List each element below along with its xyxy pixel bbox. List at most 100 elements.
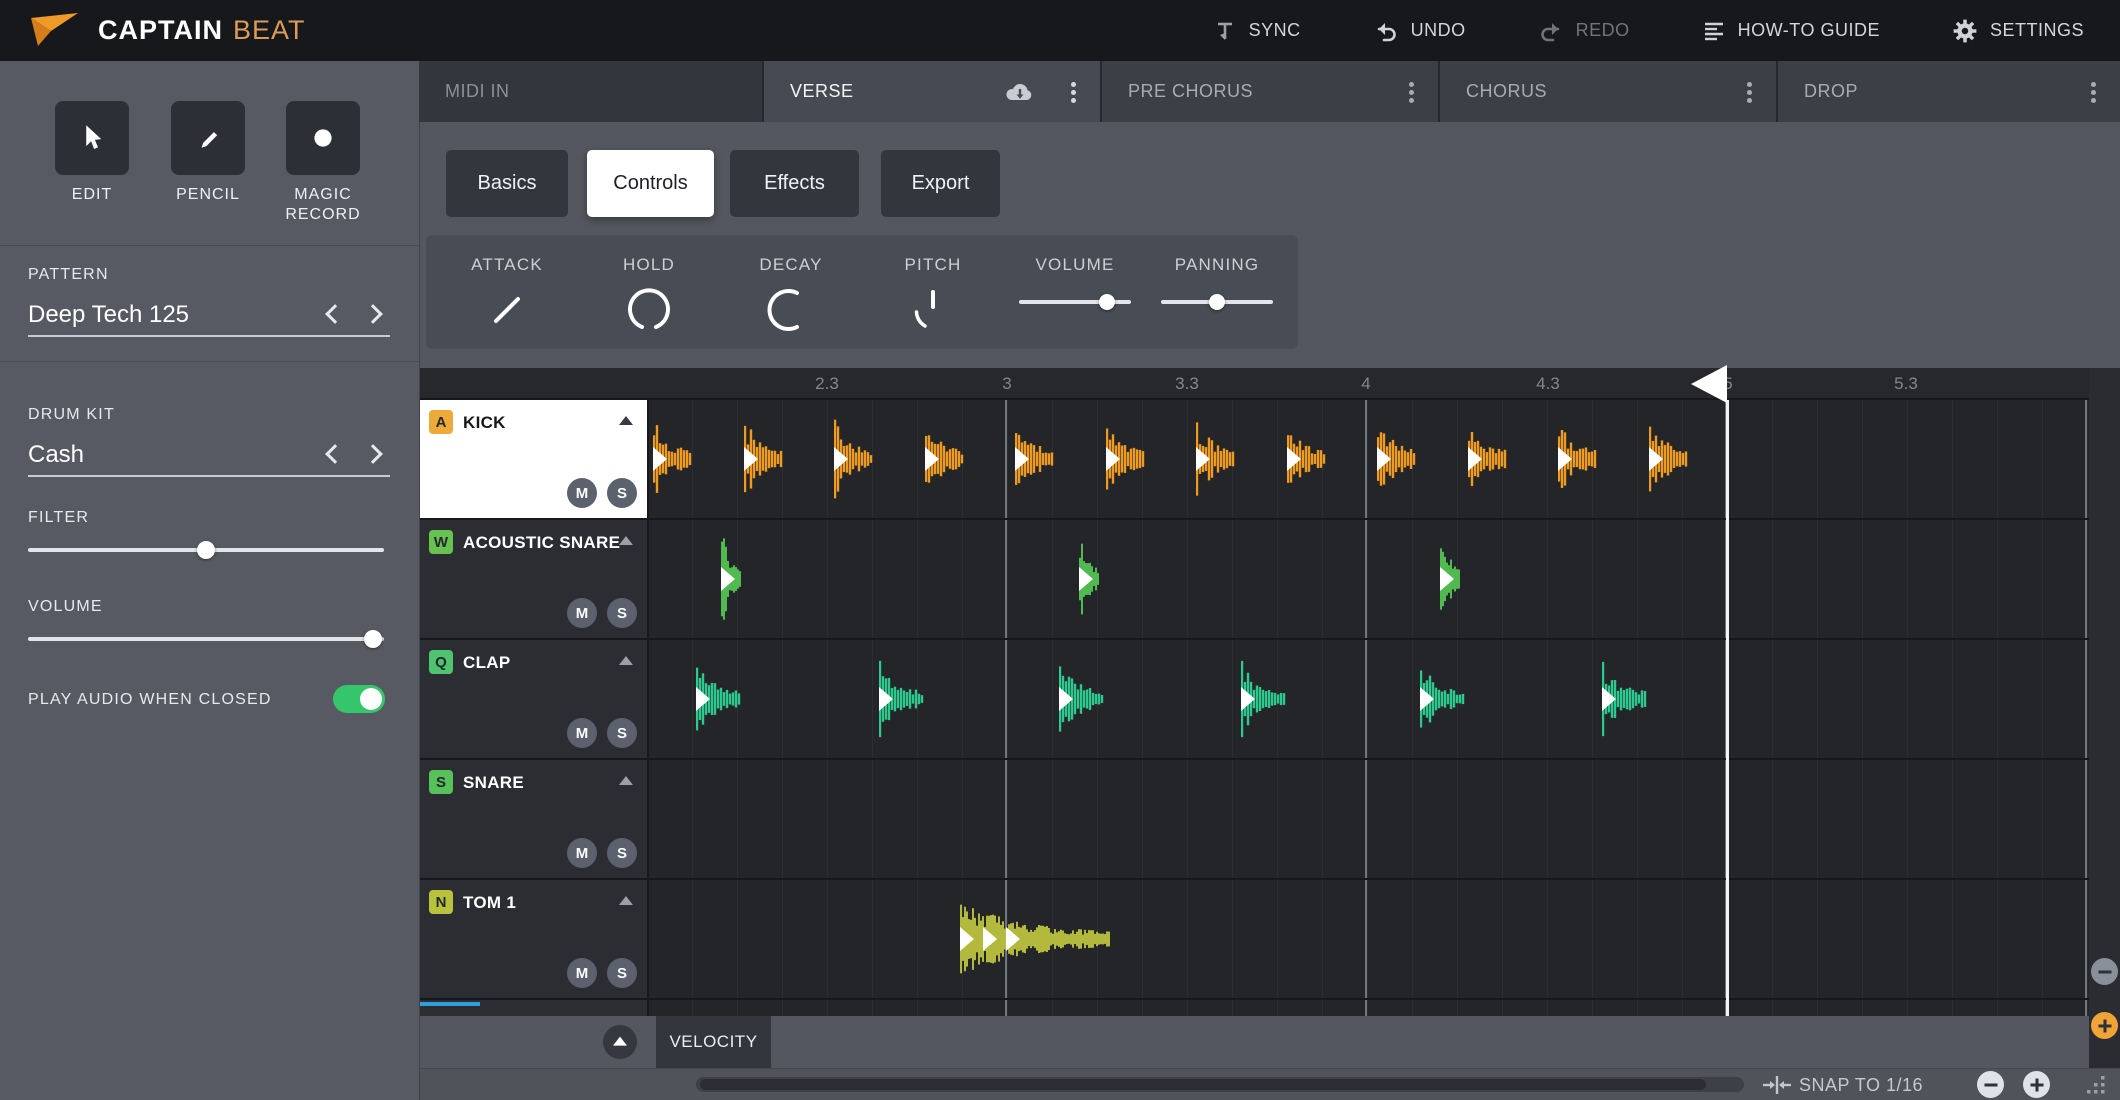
snap-setting-label[interactable]: SNAP TO 1/16 <box>1799 1075 1923 1096</box>
vertical-zoom-in-button[interactable] <box>2091 1012 2118 1039</box>
drum-hit[interactable] <box>1649 418 1705 500</box>
track-header[interactable]: A KICK M S <box>419 400 647 520</box>
pattern-next-button[interactable] <box>363 304 383 324</box>
mute-button[interactable]: M <box>567 718 597 748</box>
edit-tool-button[interactable] <box>55 101 129 175</box>
timeline-ruler[interactable]: 2.333.344.355.3 <box>419 368 2089 400</box>
track-lane[interactable] <box>649 760 2089 880</box>
drum-hit[interactable] <box>1602 660 1664 738</box>
drum-hit[interactable] <box>653 418 709 500</box>
panel-volume-thumb[interactable] <box>1099 294 1115 310</box>
drum-hit[interactable] <box>1196 418 1252 500</box>
tab-basics[interactable]: Basics <box>446 150 568 217</box>
tab-verse-menu-icon[interactable] <box>1071 90 1076 95</box>
track-header[interactable]: Q CLAP M S <box>419 640 647 760</box>
tab-chorus-menu-icon[interactable] <box>1747 90 1752 95</box>
volume-slider[interactable] <box>28 630 384 648</box>
drum-hit[interactable] <box>696 660 758 738</box>
tab-export[interactable]: Export <box>881 150 1000 217</box>
drum-hit[interactable] <box>1241 660 1303 738</box>
drum-kit-next-button[interactable] <box>363 444 383 464</box>
track-header[interactable]: N TOM 1 M S <box>419 880 647 1000</box>
settings-button[interactable]: SETTINGS <box>1952 18 2084 44</box>
resize-grip-icon[interactable] <box>2085 1074 2107 1096</box>
drum-hit[interactable] <box>960 900 1126 978</box>
solo-button[interactable]: S <box>607 718 637 748</box>
undo-button[interactable]: UNDO <box>1373 19 1466 43</box>
collapse-caret-icon[interactable] <box>619 536 633 545</box>
track-lane[interactable] <box>649 400 2089 520</box>
track-lane[interactable] <box>649 520 2089 640</box>
tab-midi-in[interactable]: MIDI IN <box>419 61 764 122</box>
redo-button[interactable]: REDO <box>1538 19 1630 43</box>
vertical-zoom-out-button[interactable] <box>2091 958 2118 985</box>
horizontal-zoom-in-button[interactable] <box>2023 1071 2050 1098</box>
pattern-prev-button[interactable] <box>325 304 345 324</box>
tab-pre-chorus-menu-icon[interactable] <box>1409 90 1414 95</box>
track-lane[interactable] <box>649 880 2089 1000</box>
horizontal-scrollbar-thumb[interactable] <box>700 1079 1706 1090</box>
play-audio-toggle[interactable] <box>333 685 385 713</box>
drum-hit[interactable] <box>1440 527 1476 631</box>
track-header[interactable]: W ACOUSTIC SNARE M S <box>419 520 647 640</box>
vertical-scroll-indicator[interactable] <box>419 1002 480 1006</box>
tab-controls[interactable]: Controls <box>587 150 714 217</box>
filter-slider-thumb[interactable] <box>197 541 215 559</box>
tab-drop[interactable]: DROP <box>1778 61 2120 122</box>
track-badge: W <box>429 530 453 554</box>
drum-hit[interactable] <box>1558 418 1614 500</box>
cloud-download-icon[interactable] <box>1004 79 1038 105</box>
horizontal-zoom-out-button[interactable] <box>1977 1071 2004 1098</box>
collapse-all-button[interactable] <box>603 1025 637 1059</box>
drum-hit[interactable] <box>1468 418 1524 500</box>
collapse-caret-icon[interactable] <box>619 416 633 425</box>
solo-button[interactable]: S <box>607 598 637 628</box>
drum-hit[interactable] <box>925 418 981 500</box>
drum-hit[interactable] <box>1420 660 1482 738</box>
mute-button[interactable]: M <box>567 838 597 868</box>
pitch-knob[interactable] <box>906 283 960 337</box>
drum-kit-prev-button[interactable] <box>325 444 345 464</box>
track-lane[interactable] <box>649 640 2089 760</box>
tab-pre-chorus[interactable]: PRE CHORUS <box>1102 61 1440 122</box>
decay-knob[interactable] <box>764 283 818 337</box>
tab-chorus[interactable]: CHORUS <box>1440 61 1778 122</box>
tab-drop-menu-icon[interactable] <box>2091 90 2096 95</box>
mute-button[interactable]: M <box>567 958 597 988</box>
mute-button[interactable]: M <box>567 598 597 628</box>
drum-hit[interactable] <box>834 418 890 500</box>
magic-record-tool-button[interactable] <box>286 101 360 175</box>
filter-slider[interactable] <box>28 541 384 559</box>
solo-button[interactable]: S <box>607 478 637 508</box>
drum-hit[interactable] <box>879 660 941 738</box>
collapse-caret-icon[interactable] <box>619 896 633 905</box>
drum-hit[interactable] <box>1059 660 1121 738</box>
drum-hit[interactable] <box>1079 527 1115 631</box>
pencil-tool-button[interactable] <box>171 101 245 175</box>
sync-button[interactable]: SYNC <box>1213 19 1301 43</box>
track-header[interactable]: S SNARE M S <box>419 760 647 880</box>
panning-thumb[interactable] <box>1209 294 1225 310</box>
drum-hit[interactable] <box>721 527 757 631</box>
collapse-caret-icon[interactable] <box>619 776 633 785</box>
volume-slider-thumb[interactable] <box>364 630 382 648</box>
solo-button[interactable]: S <box>607 958 637 988</box>
panning-slider[interactable] <box>1161 293 1273 311</box>
drum-hit[interactable] <box>1377 418 1433 500</box>
playhead-marker[interactable] <box>1691 365 1727 403</box>
tab-verse[interactable]: VERSE <box>764 61 1102 122</box>
tab-effects[interactable]: Effects <box>730 150 859 217</box>
drum-hit[interactable] <box>744 418 800 500</box>
hold-knob[interactable] <box>622 283 676 337</box>
how-to-guide-button[interactable]: HOW-TO GUIDE <box>1702 19 1880 43</box>
solo-button[interactable]: S <box>607 838 637 868</box>
panel-volume-slider[interactable] <box>1019 293 1131 311</box>
velocity-tab[interactable]: VELOCITY <box>656 1016 771 1068</box>
horizontal-scrollbar[interactable] <box>696 1077 1744 1092</box>
attack-knob[interactable] <box>480 283 534 337</box>
mute-button[interactable]: M <box>567 478 597 508</box>
drum-hit[interactable] <box>1287 418 1343 500</box>
drum-hit[interactable] <box>1106 418 1162 500</box>
collapse-caret-icon[interactable] <box>619 656 633 665</box>
drum-hit[interactable] <box>1015 418 1071 500</box>
